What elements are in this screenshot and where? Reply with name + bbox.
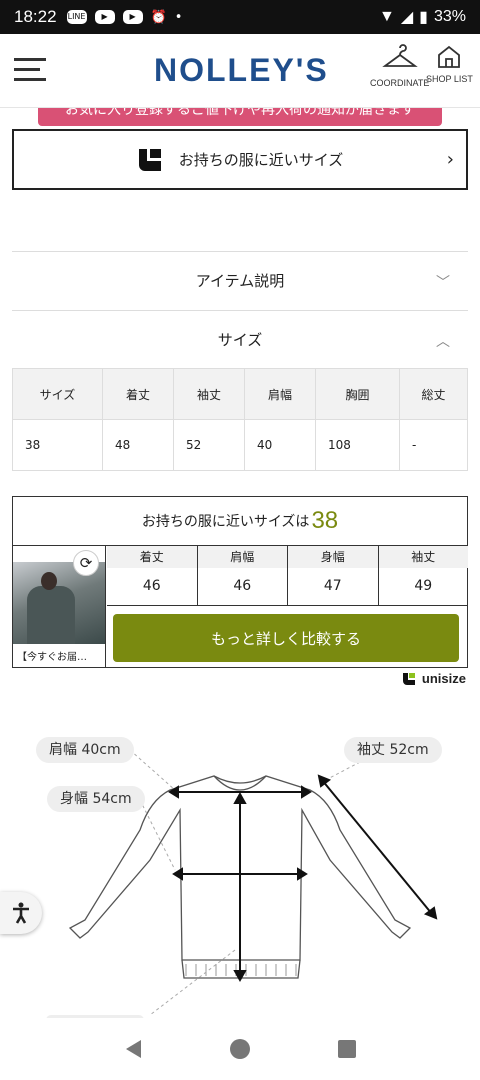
- accordion-label-description: アイテム説明: [195, 272, 285, 290]
- unisize-brand: unisize: [402, 671, 466, 686]
- item-caption: 【今すぐお届…: [17, 652, 87, 663]
- shop-list-button[interactable]: SHOP LIST: [426, 44, 473, 84]
- size-table: サイズ 着丈 袖丈 肩幅 胸囲 総丈 38 48 52 40 108 -: [12, 368, 468, 471]
- coordinate-button[interactable]: COORDINATE: [370, 44, 429, 88]
- size-finder-label: お持ちの服に近いサイズ: [178, 151, 344, 169]
- measurement-label: 着丈: [107, 546, 197, 568]
- size-table-header: サイズ 着丈 袖丈 肩幅 胸囲 総丈: [12, 368, 468, 420]
- col-header: 胸囲: [315, 368, 400, 420]
- col-header: サイズ: [12, 368, 103, 420]
- measurement-cell: 着丈 46: [107, 546, 198, 605]
- accordion-item-description[interactable]: アイテム説明 ﹀: [12, 251, 468, 309]
- table-cell: 108: [315, 419, 400, 471]
- youtube-icon: ▶: [94, 10, 115, 24]
- col-header: 肩幅: [244, 368, 316, 420]
- table-row: 38 48 52 40 108 -: [12, 419, 468, 471]
- col-header: 着丈: [102, 368, 174, 420]
- measurement-grid: 着丈 46 肩幅 46 身幅 47 袖丈 49: [107, 546, 468, 606]
- unisize-logo-icon: [138, 148, 161, 171]
- compare-title: お持ちの服に近いサイズは 38: [13, 497, 467, 546]
- wifi-icon: ▼: [379, 8, 395, 25]
- table-cell: 52: [173, 419, 245, 471]
- system-nav-bar: [0, 1018, 480, 1080]
- unisize-logo-icon: [402, 672, 415, 685]
- menu-icon[interactable]: [14, 58, 46, 82]
- youtube-icon-2: ▶: [122, 10, 143, 24]
- size-compare-widget: お持ちの服に近いサイズは 38 ⟳ 【今すぐお届… 着丈 46 肩幅 46 身幅…: [12, 496, 468, 668]
- body-width-label: 身幅 54cm: [47, 786, 145, 812]
- brand-logo[interactable]: NOLLEY'S: [154, 52, 329, 89]
- compare-detail-button[interactable]: もっと詳しく比較する: [113, 614, 459, 662]
- measurement-value: 46: [233, 578, 252, 594]
- status-right: ▼ ◢ ▮ 33%: [379, 7, 466, 27]
- accessibility-icon: [13, 902, 29, 924]
- coordinate-label: COORDINATE: [370, 78, 430, 88]
- table-cell: 38: [12, 419, 103, 471]
- col-header: 総丈: [399, 368, 468, 420]
- status-bar: 18:22 LINE ▶ ▶ ⏰ • ▼ ◢ ▮ 33%: [0, 0, 480, 34]
- alarm-icon: ⏰: [150, 9, 167, 25]
- shop-icon: [438, 45, 461, 68]
- recommended-size: 38: [311, 507, 339, 534]
- line-app-icon: LINE: [66, 10, 87, 24]
- measurement-label: 袖丈: [378, 546, 468, 568]
- accordion-size[interactable]: サイズ ︿: [12, 310, 468, 368]
- measurement-label: 身幅: [288, 546, 378, 568]
- chevron-down-icon: ﹀: [436, 275, 450, 291]
- table-cell: -: [399, 419, 468, 471]
- accordion-label-size: サイズ: [217, 331, 263, 349]
- site-header: NOLLEY'S COORDINATE SHOP LIST: [0, 34, 480, 108]
- sleeve-length-label: 袖丈 52cm: [344, 737, 442, 763]
- measurement-value: 49: [414, 578, 433, 594]
- hanger-icon: [381, 44, 418, 67]
- swap-icon[interactable]: ⟳: [73, 550, 99, 576]
- measurement-cell: 身幅 47: [288, 546, 379, 605]
- measurement-diagram: 肩幅 40cm 袖丈 52cm 身幅 54cm: [0, 720, 480, 1025]
- owned-item-thumbnail[interactable]: ⟳ 【今すぐお届…: [13, 546, 106, 668]
- back-icon[interactable]: [123, 1038, 143, 1060]
- shoulder-width-label: 肩幅 40cm: [36, 737, 134, 763]
- recents-icon[interactable]: [337, 1039, 357, 1059]
- chevron-right-icon: ›: [446, 149, 454, 170]
- sweater-illustration: [68, 749, 438, 1016]
- notification-dot-icon: •: [174, 9, 183, 25]
- chevron-up-icon: ︿: [436, 334, 450, 350]
- measurement-value: 46: [142, 578, 161, 594]
- measurement-label: 肩幅: [197, 546, 287, 568]
- size-finder-button[interactable]: お持ちの服に近いサイズ ›: [12, 129, 468, 190]
- shoplist-label: SHOP LIST: [426, 74, 473, 84]
- accessibility-button[interactable]: [0, 892, 42, 934]
- table-cell: 48: [102, 419, 174, 471]
- signal-icon: ◢: [400, 9, 414, 26]
- unisize-label: unisize: [421, 671, 466, 686]
- compare-title-text: お持ちの服に近いサイズは: [141, 514, 310, 530]
- measurement-value: 47: [323, 578, 342, 594]
- table-cell: 40: [244, 419, 316, 471]
- measurement-cell: 肩幅 46: [197, 546, 288, 605]
- home-icon[interactable]: [229, 1038, 251, 1060]
- status-time: 18:22: [14, 7, 57, 26]
- battery-percent: 33%: [433, 8, 466, 25]
- measurement-cell: 袖丈 49: [378, 546, 468, 605]
- col-header: 袖丈: [173, 368, 245, 420]
- battery-icon: ▮: [419, 9, 428, 26]
